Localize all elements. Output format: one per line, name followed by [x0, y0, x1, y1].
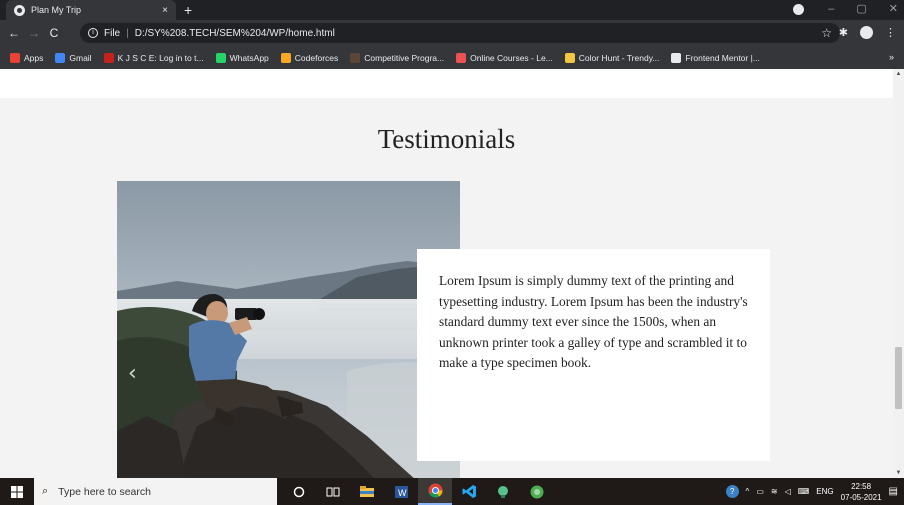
bookmarks-bar: Apps Gmail K J S C E: Log in to t... WhatsA… [0, 46, 904, 69]
info-icon[interactable]: i [88, 28, 98, 38]
media-control-icon[interactable] [793, 4, 804, 15]
task-view-icon[interactable] [316, 478, 350, 505]
bookmark-item[interactable]: Codeforces [280, 52, 339, 63]
browser-tab[interactable]: Plan My Trip × [6, 0, 176, 20]
bookmarks-more-button[interactable]: » [889, 52, 894, 62]
cortana-icon[interactable] [282, 478, 316, 505]
clock-date: 07-05-2021 [840, 492, 882, 502]
notifications-icon[interactable]: ▤ [889, 486, 898, 497]
start-button[interactable] [0, 478, 34, 505]
taskbar-clock[interactable]: 22:58 07-05-2021 [841, 481, 882, 503]
bookmark-label: WhatsApp [229, 52, 269, 63]
keyboard-icon[interactable]: ⌨ [798, 487, 810, 496]
minimize-button[interactable]: – [828, 3, 834, 15]
extensions-icon[interactable]: ✱ [839, 26, 848, 39]
codeforces-icon [280, 52, 291, 63]
system-tray: ? ^ ▭ ≋ ◁ ⌨ ENG 22:58 07-05-2021 ▤ [725, 478, 904, 505]
language-indicator[interactable]: ENG [816, 487, 833, 496]
address-url[interactable]: D:/SY%208.TECH/SEM%204/WP/home.html [135, 28, 335, 39]
new-tab-button[interactable]: + [184, 2, 192, 18]
forward-button[interactable]: → [24, 26, 44, 40]
bookmark-label: K J S C E: Log in to t... [117, 52, 204, 63]
frontendmentor-icon [671, 52, 682, 63]
bookmark-item[interactable]: Frontend Mentor |... [671, 52, 760, 63]
toolbar-right: ✱ ⋮ [839, 26, 896, 39]
bookmark-item[interactable]: Gmail [55, 52, 92, 63]
slider-prev-arrow[interactable]: ‹ [128, 361, 137, 386]
google-icon [55, 52, 66, 63]
chrome-icon[interactable] [418, 478, 452, 505]
app-icon[interactable] [486, 478, 520, 505]
bookmark-item[interactable]: Apps [10, 52, 44, 63]
bookmark-label: Gmail [69, 52, 92, 63]
clock-time: 22:58 [851, 481, 872, 491]
bookmark-label: Competitive Progra... [364, 52, 445, 63]
bookmark-item[interactable]: WhatsApp [215, 52, 269, 63]
help-icon[interactable]: ? [725, 485, 739, 498]
menu-kebab-icon[interactable]: ⋮ [885, 26, 896, 39]
app2-icon[interactable] [520, 478, 554, 505]
svg-text:W: W [398, 488, 407, 498]
tab-close-button[interactable]: × [162, 5, 168, 16]
bookmark-label: Codeforces [294, 52, 339, 63]
section-title: Testimonials [377, 124, 516, 154]
browser-tab-strip: Plan My Trip × + – ▢ ✕ [0, 0, 904, 20]
page-viewport: Testimonials ‹ Lorem Ipsum is simply dum… [0, 69, 893, 478]
windows-logo-icon [11, 485, 23, 498]
taskbar-search-box[interactable]: ⌕ Type here to search [34, 478, 277, 505]
address-bar[interactable]: i File | D:/SY%208.TECH/SEM%204/WP/home.… [80, 23, 840, 43]
tab-title: Plan My Trip [31, 5, 82, 15]
browser-toolbar: ← → C i File | D:/SY%208.TECH/SEM%204/WP… [0, 20, 904, 46]
kjsce-icon [103, 52, 114, 63]
file-explorer-icon[interactable] [350, 478, 384, 505]
address-scheme-label: File [104, 27, 121, 39]
address-separator: | [126, 27, 129, 39]
network-icon[interactable]: ≋ [771, 487, 778, 496]
battery-icon[interactable]: ▭ [756, 487, 764, 496]
bookmark-item[interactable]: Color Hunt - Trendy... [564, 52, 660, 63]
bookmark-item[interactable]: K J S C E: Log in to t... [103, 52, 204, 63]
taskbar-pinned-apps: W [282, 478, 554, 505]
bookmark-label: Apps [24, 52, 44, 63]
globe-icon [14, 4, 25, 16]
search-icon: ⌕ [42, 485, 49, 497]
bookmark-label: Frontend Mentor |... [685, 52, 760, 63]
bookmark-label: Online Courses - Le... [470, 52, 553, 63]
photographer-photo [117, 181, 460, 478]
scroll-down-arrow-icon[interactable]: ▼ [893, 470, 904, 476]
bookmark-item[interactable]: Online Courses - Le... [456, 52, 553, 63]
chevron-up-icon[interactable]: ^ [746, 487, 750, 496]
testimonial-photo [117, 181, 460, 478]
page-scrollbar[interactable]: ▲ ▼ [893, 69, 904, 478]
testimonial-card: Lorem Ipsum is simply dummy text of the … [417, 249, 770, 461]
maximize-button[interactable]: ▢ [856, 2, 866, 15]
taskbar-search-placeholder: Type here to search [58, 485, 151, 498]
colorhunt-icon [564, 52, 575, 63]
scrollbar-thumb[interactable] [895, 347, 902, 409]
profile-avatar-icon[interactable] [860, 26, 873, 39]
previous-section-edge [0, 69, 893, 98]
word-icon[interactable]: W [384, 478, 418, 505]
windows-taskbar: ⌕ Type here to search W ? ^ ▭ ≋ ◁ ⌨ ENG … [0, 478, 904, 505]
window-controls: – ▢ ✕ [828, 2, 898, 16]
udemy-icon [456, 52, 467, 63]
reload-button[interactable]: C [44, 26, 64, 40]
volume-icon[interactable]: ◁ [785, 487, 791, 496]
bookmark-star-icon[interactable]: ☆ [821, 26, 832, 40]
vscode-icon[interactable] [452, 478, 486, 505]
scroll-up-arrow-icon[interactable]: ▲ [893, 71, 904, 77]
bookmark-item[interactable]: Competitive Progra... [350, 52, 445, 63]
cc-icon [350, 52, 361, 63]
close-window-button[interactable]: ✕ [889, 2, 898, 15]
bookmark-label: Color Hunt - Trendy... [578, 52, 660, 63]
testimonial-text: Lorem Ipsum is simply dummy text of the … [439, 273, 748, 370]
back-button[interactable]: ← [4, 26, 24, 40]
apps-grid-icon [10, 52, 20, 63]
whatsapp-icon [215, 52, 226, 63]
